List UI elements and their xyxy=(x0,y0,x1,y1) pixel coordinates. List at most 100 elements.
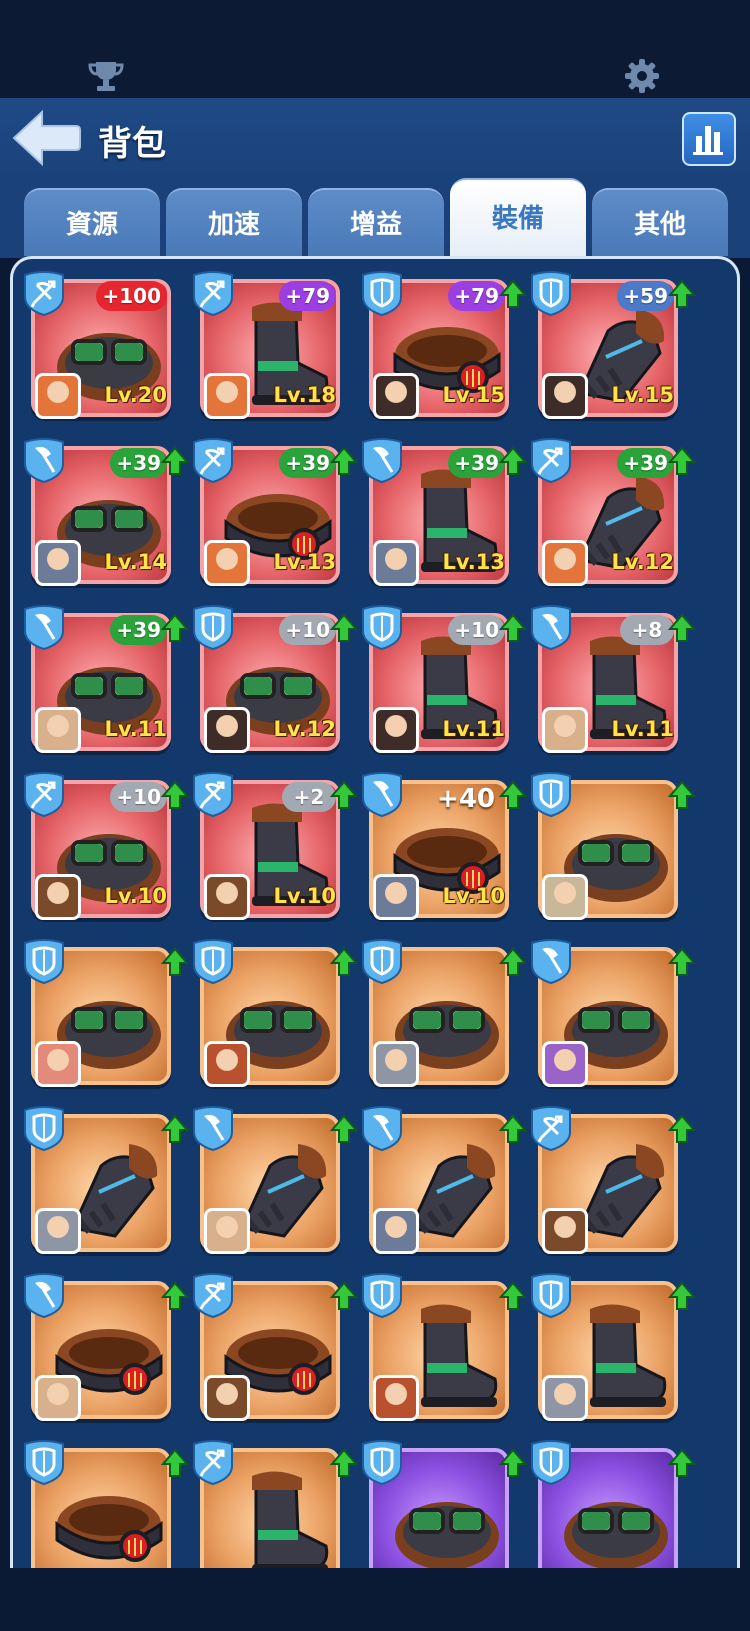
equipment-item[interactable]: +10 Lv.11 xyxy=(359,603,527,763)
stats-button[interactable] xyxy=(682,112,736,166)
equipment-item[interactable]: +59 Lv.15 xyxy=(528,269,696,429)
item-level: Lv.15 xyxy=(442,383,505,407)
trophy-icon[interactable] xyxy=(86,56,126,96)
bow-slot-icon xyxy=(193,1273,233,1319)
equipment-item[interactable] xyxy=(359,1271,527,1431)
equipment-item[interactable]: +39 Lv.13 xyxy=(359,436,527,596)
hero-portrait xyxy=(542,874,588,920)
equipment-item[interactable]: +40 Lv.10 xyxy=(359,770,527,930)
goggles-gear-icon xyxy=(395,1502,499,1568)
axe-slot-icon xyxy=(362,772,402,818)
equipment-item[interactable] xyxy=(528,1438,696,1568)
upgrade-arrow-icon xyxy=(499,613,527,642)
equipment-item[interactable]: +79 Lv.18 xyxy=(190,269,358,429)
hero-portrait xyxy=(35,1041,81,1087)
enhance-badge: +100 xyxy=(96,281,167,311)
upgrade-arrow-icon xyxy=(330,947,358,976)
upgrade-arrow-icon xyxy=(161,1114,189,1143)
equipment-item[interactable]: +79 Lv.15 xyxy=(359,269,527,429)
settings-gear-icon[interactable] xyxy=(622,56,662,96)
upgrade-arrow-icon xyxy=(499,1448,527,1477)
upgrade-arrow-icon xyxy=(668,446,696,475)
hero-portrait xyxy=(35,1375,81,1421)
equipment-item[interactable] xyxy=(190,1104,358,1264)
equipment-item[interactable]: +39 Lv.14 xyxy=(21,436,189,596)
equipment-item[interactable] xyxy=(528,770,696,930)
back-arrow-icon[interactable] xyxy=(10,108,82,168)
tab-boosts[interactable]: 增益 xyxy=(308,188,444,256)
shield-slot-icon xyxy=(193,939,233,985)
equipment-item[interactable] xyxy=(190,937,358,1097)
equipment-item[interactable] xyxy=(21,1438,189,1568)
equipment-item[interactable] xyxy=(528,1104,696,1264)
item-level: Lv.11 xyxy=(442,717,505,741)
equipment-item[interactable] xyxy=(190,1438,358,1568)
shield-slot-icon xyxy=(531,772,571,818)
upgrade-arrow-icon xyxy=(330,1114,358,1143)
item-level: Lv.11 xyxy=(104,717,167,741)
enhance-badge: +8 xyxy=(620,615,674,645)
upgrade-arrow-icon xyxy=(161,446,189,475)
shield-slot-icon xyxy=(362,1273,402,1319)
hero-portrait xyxy=(204,707,250,753)
boot-gear-icon xyxy=(252,1471,329,1568)
enhance-badge: +40 xyxy=(437,784,495,814)
bow-slot-icon xyxy=(531,438,571,484)
enhance-badge: +79 xyxy=(448,281,505,311)
upgrade-arrow-icon xyxy=(330,1281,358,1310)
axe-slot-icon xyxy=(531,939,571,985)
equipment-item[interactable]: +100 Lv.20 xyxy=(21,269,189,429)
equipment-item[interactable]: +39 Lv.11 xyxy=(21,603,189,763)
goggles-gear-icon xyxy=(564,1502,668,1568)
upgrade-arrow-icon xyxy=(499,947,527,976)
hero-portrait xyxy=(35,874,81,920)
equipment-item[interactable] xyxy=(359,1438,527,1568)
upgrade-arrow-icon xyxy=(330,446,358,475)
upgrade-arrow-icon xyxy=(161,947,189,976)
equipment-item[interactable] xyxy=(21,1104,189,1264)
hero-portrait xyxy=(542,1208,588,1254)
hero-portrait xyxy=(542,373,588,419)
equipment-item[interactable]: +8 Lv.11 xyxy=(528,603,696,763)
tab-equipment[interactable]: 裝備 xyxy=(450,178,586,256)
enhance-badge: +39 xyxy=(110,448,167,478)
equipment-item[interactable] xyxy=(528,1271,696,1431)
equipment-item[interactable] xyxy=(190,1271,358,1431)
shield-slot-icon xyxy=(362,939,402,985)
shield-slot-icon xyxy=(531,1440,571,1486)
equipment-item[interactable] xyxy=(21,937,189,1097)
shield-slot-icon xyxy=(362,271,402,317)
upgrade-arrow-icon xyxy=(668,780,696,809)
equipment-item[interactable]: +2 Lv.10 xyxy=(190,770,358,930)
tab-speedups[interactable]: 加速 xyxy=(166,188,302,256)
item-level: Lv.10 xyxy=(104,884,167,908)
equipment-item[interactable]: +39 Lv.12 xyxy=(528,436,696,596)
shield-slot-icon xyxy=(531,1273,571,1319)
equipment-item[interactable] xyxy=(359,937,527,1097)
hero-portrait xyxy=(373,874,419,920)
equipment-item[interactable] xyxy=(359,1104,527,1264)
upgrade-arrow-icon xyxy=(161,780,189,809)
hero-portrait xyxy=(373,1375,419,1421)
tab-other[interactable]: 其他 xyxy=(592,188,728,256)
belt-gear-icon xyxy=(55,1496,163,1562)
hero-portrait xyxy=(35,707,81,753)
hero-portrait xyxy=(204,1041,250,1087)
bow-slot-icon xyxy=(24,772,64,818)
equipment-item[interactable]: +10 Lv.12 xyxy=(190,603,358,763)
inventory-panel: +100 Lv.20 +79 Lv.18 +79 Lv.15 +59 Lv.15 xyxy=(10,256,740,1568)
upgrade-arrow-icon xyxy=(499,446,527,475)
item-level: Lv.15 xyxy=(611,383,674,407)
enhance-badge: +10 xyxy=(110,782,167,812)
item-level: Lv.13 xyxy=(442,550,505,574)
hero-portrait xyxy=(35,373,81,419)
equipment-item[interactable] xyxy=(21,1271,189,1431)
equipment-item[interactable] xyxy=(528,937,696,1097)
upgrade-arrow-icon xyxy=(668,1448,696,1477)
tab-resources[interactable]: 資源 xyxy=(24,188,160,256)
bottom-strip xyxy=(0,1568,750,1631)
upgrade-arrow-icon xyxy=(330,780,358,809)
enhance-badge: +39 xyxy=(110,615,167,645)
equipment-item[interactable]: +10 Lv.10 xyxy=(21,770,189,930)
equipment-item[interactable]: +39 Lv.13 xyxy=(190,436,358,596)
